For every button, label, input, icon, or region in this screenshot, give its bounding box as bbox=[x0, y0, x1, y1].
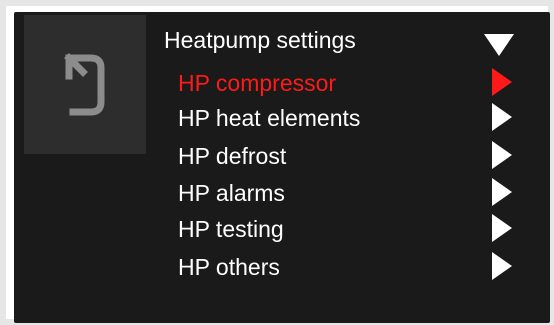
triangle-right-icon bbox=[492, 178, 512, 206]
menu-item-hp-testing[interactable]: HP testing bbox=[164, 212, 524, 246]
triangle-right-icon bbox=[492, 68, 512, 96]
menu-item-label: HP defrost bbox=[178, 143, 287, 169]
triangle-right-icon bbox=[492, 141, 512, 169]
menu-item-label: HP heat elements bbox=[178, 105, 361, 131]
menu-item-label: HP alarms bbox=[178, 180, 285, 206]
device-frame: Heatpump settings HP compressor HP heat … bbox=[0, 0, 554, 325]
menu-item-hp-heat-elements[interactable]: HP heat elements bbox=[164, 101, 524, 135]
triangle-right-icon bbox=[492, 252, 512, 280]
menu-item-label: HP others bbox=[178, 254, 280, 280]
menu-item-hp-defrost[interactable]: HP defrost bbox=[164, 139, 524, 173]
menu-item-hp-alarms[interactable]: HP alarms bbox=[164, 176, 524, 210]
menu-item-label: HP testing bbox=[178, 216, 284, 242]
menu-item-label: HP compressor bbox=[178, 70, 337, 96]
display-screen: Heatpump settings HP compressor HP heat … bbox=[14, 12, 550, 323]
menu-item-hp-compressor[interactable]: HP compressor bbox=[164, 66, 524, 100]
menu-list: HP compressor HP heat elements HP defros… bbox=[14, 12, 550, 323]
menu-item-hp-others[interactable]: HP others bbox=[164, 250, 524, 284]
triangle-right-icon bbox=[492, 214, 512, 242]
triangle-right-icon bbox=[492, 103, 512, 131]
